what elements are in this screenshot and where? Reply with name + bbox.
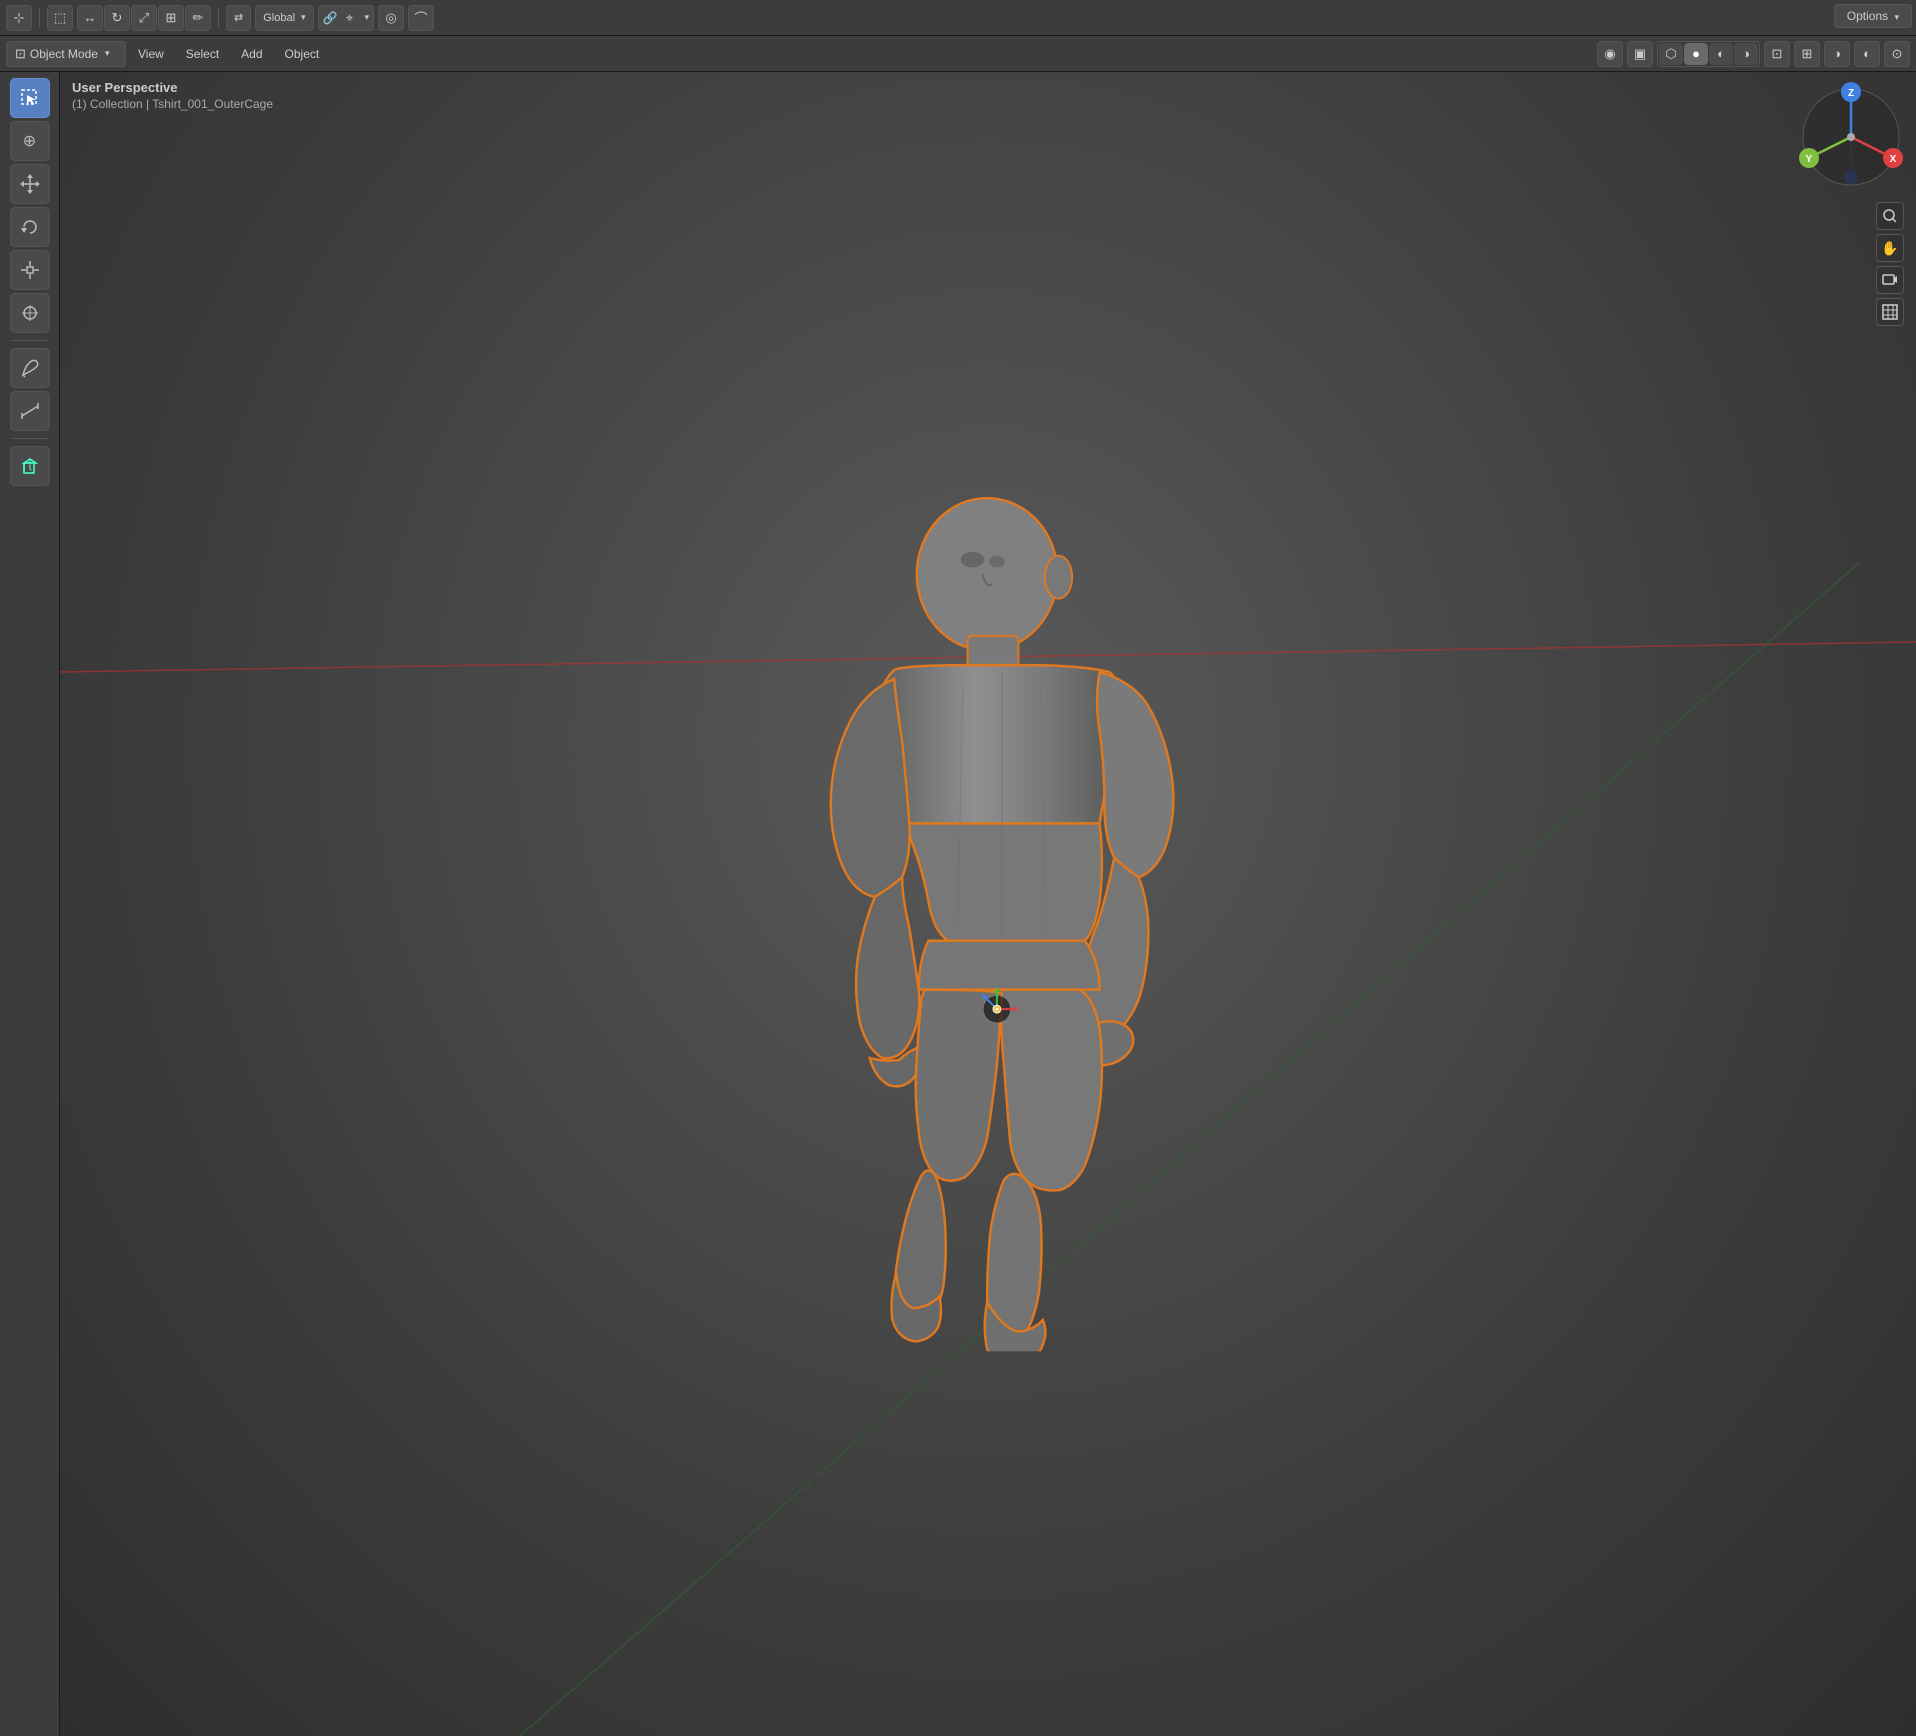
ortho-grid-btn[interactable] (1876, 298, 1904, 326)
global-btn[interactable]: Global ▾ (255, 5, 313, 31)
annotate-btn[interactable]: ✏ (185, 5, 211, 31)
select-menu[interactable]: Select (176, 41, 229, 67)
world-space-btn[interactable]: ⊙ (1884, 41, 1910, 67)
zoom-extents-btn[interactable] (1876, 202, 1904, 230)
nav-gizmo-svg: Z X Y (1796, 82, 1906, 192)
sidebar-tool-cursor[interactable]: ⊕ (10, 121, 50, 161)
solid-shading-btn[interactable]: ● (1684, 43, 1708, 65)
magnet-icon: 🔗 (323, 11, 338, 25)
transform-icon (19, 302, 41, 324)
proportional-falloff-btn[interactable]: ⌒ (408, 5, 434, 31)
render-shading-btn[interactable]: ◑ (1734, 43, 1758, 65)
separator2 (218, 8, 219, 28)
menu-bar: ⊡ Object Mode ▾ View Select Add Object ◉… (0, 36, 1916, 72)
sidebar-tool-rotate[interactable] (10, 207, 50, 247)
editor-type-btn[interactable]: ⊹ (6, 5, 32, 31)
mode-label: Object Mode (30, 47, 98, 61)
sidebar-tool-select[interactable] (10, 78, 50, 118)
sidebar-tool-scale[interactable] (10, 250, 50, 290)
render-settings-btn[interactable]: ⊡ (1764, 41, 1790, 67)
select-box-icon (19, 87, 41, 109)
left-sidebar: ⊕ (0, 72, 60, 1736)
add-menu[interactable]: Add (231, 41, 272, 67)
svg-text:X: X (1890, 154, 1897, 165)
transform-btn[interactable]: ⊞ (158, 5, 184, 31)
grid-icon (1882, 304, 1898, 320)
proportional-edit-btn[interactable]: ◎ (378, 5, 404, 31)
3d-viewport[interactable]: User Perspective (1) Collection | Tshirt… (60, 72, 1916, 1736)
right-icons-group: ◉ ▣ ⬡ ● ◐ ◑ ⊡ ⊞ ◑ ◐ ⊙ (1597, 41, 1910, 67)
measure-icon (19, 400, 41, 422)
annotate-icon (19, 357, 41, 379)
mode-chevron-icon: ▾ (105, 48, 110, 59)
options-chevron-icon: ▾ (1894, 12, 1899, 22)
object-menu[interactable]: Object (275, 41, 330, 67)
move-btn[interactable]: ↔ (77, 5, 103, 31)
global-label: Global (263, 12, 295, 24)
shader-options-btn[interactable]: ◐ (1854, 41, 1880, 67)
move-icon (19, 173, 41, 195)
sidebar-separator-1 (12, 340, 48, 341)
wireframe-shading-btn[interactable]: ⬡ (1659, 43, 1683, 65)
pan-view-btn[interactable]: ✋ (1876, 234, 1904, 262)
sidebar-tool-add-cube[interactable] (10, 446, 50, 486)
sidebar-tool-annotate[interactable] (10, 348, 50, 388)
zoom-icon (1882, 208, 1898, 224)
transform-group: ↔ ↻ ⤢ ⊞ ✏ (77, 5, 211, 31)
rotate-icon (19, 216, 41, 238)
material-shading-btn[interactable]: ◐ (1709, 43, 1733, 65)
chevron-down-icon: ▾ (301, 12, 306, 23)
scale-icon (19, 259, 41, 281)
sidebar-tool-move[interactable] (10, 164, 50, 204)
snap-chevron: ▾ (365, 12, 370, 23)
scale-btn[interactable]: ⤢ (131, 5, 157, 31)
options-label: Options (1847, 9, 1888, 23)
viewport-right-icons: ✋ (1876, 202, 1904, 326)
sidebar-tool-transform[interactable] (10, 293, 50, 333)
sync-btn[interactable]: ⇄ (226, 5, 251, 31)
shading-modes: ⬡ ● ◐ ◑ (1657, 41, 1760, 67)
viewport-overlays-btn[interactable]: ◉ (1597, 41, 1623, 67)
viewport-shading-btn2[interactable]: ◑ (1824, 41, 1850, 67)
add-cube-icon (19, 455, 41, 477)
snap-group: 🔗 ⌖ ▾ (318, 5, 374, 31)
camera-icon (1882, 272, 1898, 288)
character-figure (772, 491, 1232, 1351)
svg-text:Y: Y (1806, 154, 1813, 165)
options-button[interactable]: Options ▾ (1834, 4, 1912, 28)
sidebar-separator-2 (12, 438, 48, 439)
orbit-camera-btn[interactable] (1876, 266, 1904, 294)
sidebar-tool-measure[interactable] (10, 391, 50, 431)
rotate-btn[interactable]: ↻ (104, 5, 130, 31)
nav-gizmo[interactable]: Z X Y (1796, 82, 1906, 192)
editor-props-btn[interactable]: ⊞ (1794, 41, 1820, 67)
character-svg (772, 491, 1232, 1351)
view-menu[interactable]: View (128, 41, 174, 67)
select-box-btn[interactable]: ⬚ (47, 5, 73, 31)
top-toolbar: ⊹ ⬚ ↔ ↻ ⤢ ⊞ ✏ ⇄ Global ▾ 🔗 ⌖ ▾ ◎ ⌒ Optio… (0, 0, 1916, 36)
separator (39, 8, 40, 28)
mode-selector-btn[interactable]: ⊡ Object Mode ▾ (6, 41, 126, 67)
snap-options-btn[interactable]: ⌖ (341, 5, 359, 31)
xray-toggle-btn[interactable]: ▣ (1627, 41, 1653, 67)
svg-text:Z: Z (1848, 88, 1854, 99)
